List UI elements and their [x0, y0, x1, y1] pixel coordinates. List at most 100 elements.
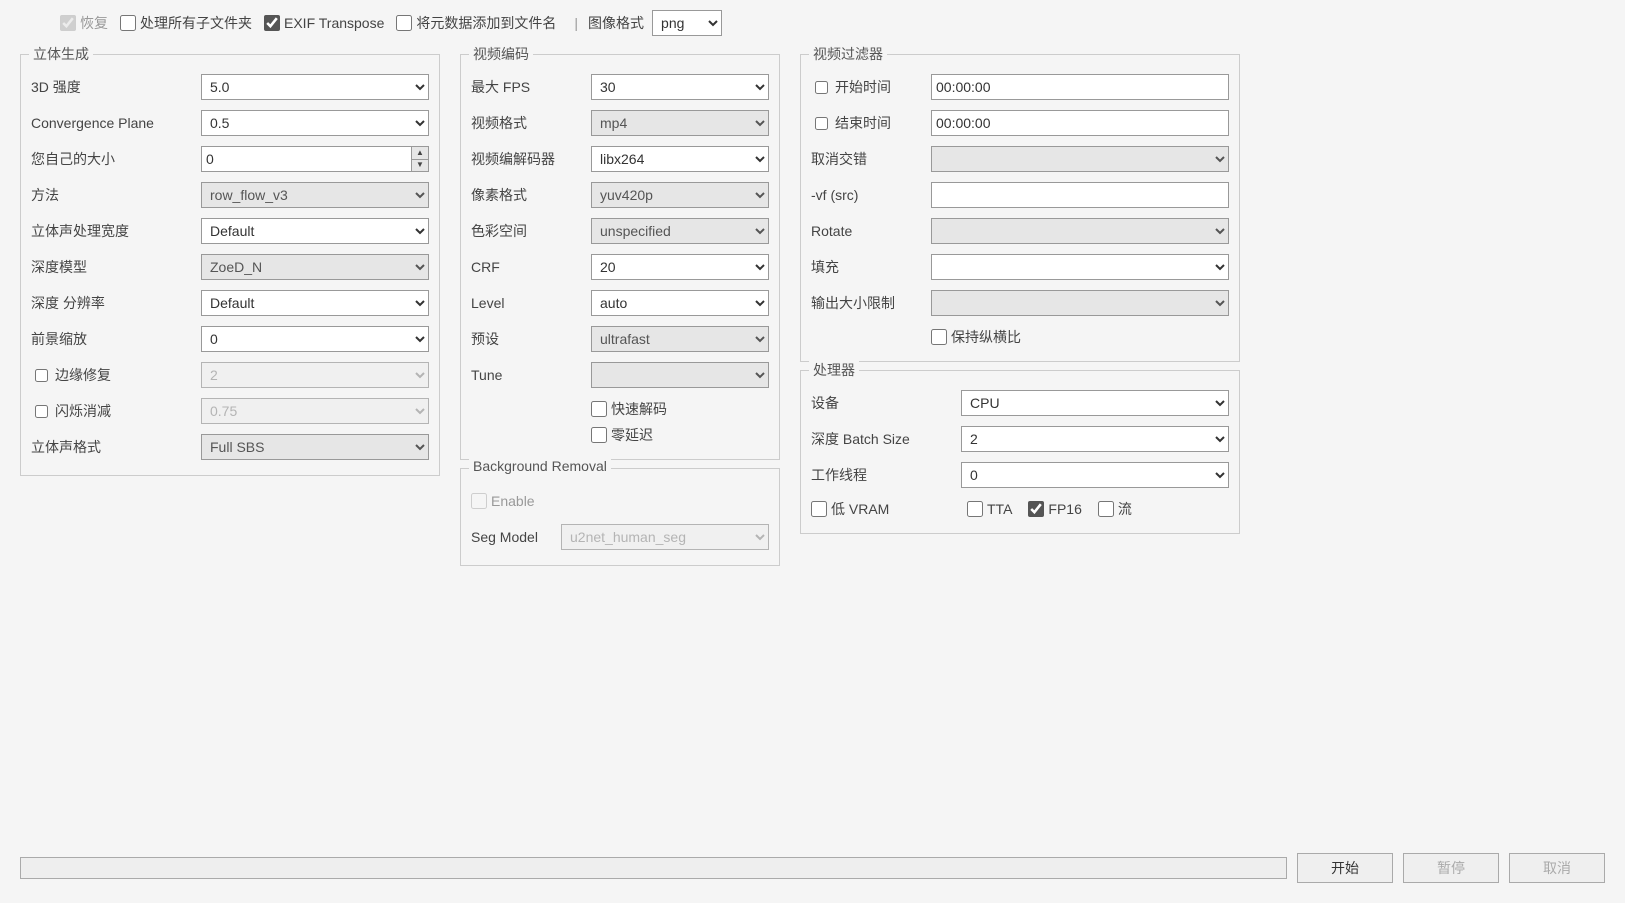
tta-checkbox[interactable]: TTA: [967, 501, 1012, 517]
level-select[interactable]: auto: [591, 290, 769, 316]
batch-label: 深度 Batch Size: [811, 429, 961, 449]
video-format-label: 视频格式: [471, 113, 591, 133]
append-metadata-checkbox[interactable]: 将元数据添加到文件名: [396, 13, 556, 33]
preset-select[interactable]: ultrafast: [591, 326, 769, 352]
start-button[interactable]: 开始: [1297, 853, 1393, 883]
process-subfolders-input[interactable]: [120, 15, 136, 31]
stream-checkbox[interactable]: 流: [1098, 499, 1132, 519]
stereo-format-label: 立体声格式: [31, 437, 201, 457]
flicker-label: 闪烁消减: [55, 401, 111, 421]
fp16-input[interactable]: [1028, 501, 1044, 517]
restore-checkbox: 恢复: [60, 13, 108, 33]
outsize-select[interactable]: [931, 290, 1229, 316]
bg-enable-checkbox: Enable: [471, 493, 535, 509]
crf-select[interactable]: 20: [591, 254, 769, 280]
fp16-checkbox[interactable]: FP16: [1028, 501, 1081, 517]
fg-scale-label: 前景缩放: [31, 329, 201, 349]
spinner-down-icon[interactable]: ▼: [412, 160, 428, 172]
low-vram-input[interactable]: [811, 501, 827, 517]
workers-select[interactable]: 0: [961, 462, 1229, 488]
vf-input[interactable]: [931, 182, 1229, 208]
deinterlace-select[interactable]: [931, 146, 1229, 172]
stereo-width-label: 立体声处理宽度: [31, 221, 201, 241]
end-time-checkbox[interactable]: [815, 117, 828, 130]
edge-fix-label: 边缘修复: [55, 365, 111, 385]
zero-latency-input[interactable]: [591, 427, 607, 443]
tune-label: Tune: [471, 367, 591, 383]
fast-decode-input[interactable]: [591, 401, 607, 417]
encoding-group: 视频编码 最大 FPS 30 视频格式 mp4 视频编解码器 libx264 像…: [460, 54, 780, 460]
stereo-group: 立体生成 3D 强度 5.0 Convergence Plane 0.5 您自己…: [20, 54, 440, 476]
outsize-label: 输出大小限制: [811, 293, 931, 313]
device-select[interactable]: CPU: [961, 390, 1229, 416]
seg-model-label: Seg Model: [471, 529, 561, 545]
start-time-label: 开始时间: [835, 77, 891, 97]
processor-title: 处理器: [809, 360, 859, 380]
stereo-format-select[interactable]: Full SBS: [201, 434, 429, 460]
batch-select[interactable]: 2: [961, 426, 1229, 452]
colorspace-select[interactable]: unspecified: [591, 218, 769, 244]
end-time-input[interactable]: [931, 110, 1229, 136]
tune-select[interactable]: [591, 362, 769, 388]
fp16-label: FP16: [1048, 501, 1081, 517]
keep-aspect-checkbox[interactable]: 保持纵横比: [931, 327, 1021, 347]
flicker-checkbox[interactable]: [35, 405, 48, 418]
convergence-label: Convergence Plane: [31, 115, 201, 131]
intensity-select[interactable]: 5.0: [201, 74, 429, 100]
preset-label: 预设: [471, 329, 591, 349]
depth-model-select[interactable]: ZoeD_N: [201, 254, 429, 280]
seg-model-select: u2net_human_seg: [561, 524, 769, 550]
colorspace-label: 色彩空间: [471, 221, 591, 241]
codec-select[interactable]: libx264: [591, 146, 769, 172]
restore-checkbox-input: [60, 15, 76, 31]
tta-input[interactable]: [967, 501, 983, 517]
top-options-bar: 恢复 处理所有子文件夹 EXIF Transpose 将元数据添加到文件名 | …: [0, 0, 1625, 46]
append-metadata-input[interactable]: [396, 15, 412, 31]
tta-label: TTA: [987, 501, 1012, 517]
image-format-select[interactable]: png: [652, 10, 722, 36]
video-format-select[interactable]: mp4: [591, 110, 769, 136]
bgremoval-title: Background Removal: [469, 458, 611, 474]
fast-decode-label: 快速解码: [611, 399, 667, 419]
flicker-select: 0.75: [201, 398, 429, 424]
zero-latency-checkbox[interactable]: 零延迟: [591, 425, 653, 445]
device-label: 设备: [811, 393, 961, 413]
depth-res-label: 深度 分辨率: [31, 293, 201, 313]
workers-label: 工作线程: [811, 465, 961, 485]
progress-bar: [20, 857, 1287, 879]
method-select[interactable]: row_flow_v3: [201, 182, 429, 208]
process-subfolders-checkbox[interactable]: 处理所有子文件夹: [120, 13, 252, 33]
own-size-input[interactable]: [201, 146, 411, 172]
stream-input[interactable]: [1098, 501, 1114, 517]
fg-scale-select[interactable]: 0: [201, 326, 429, 352]
vf-label: -vf (src): [811, 187, 931, 203]
max-fps-select[interactable]: 30: [591, 74, 769, 100]
spinner-up-icon[interactable]: ▲: [412, 147, 428, 160]
depth-res-select[interactable]: Default: [201, 290, 429, 316]
exif-transpose-checkbox[interactable]: EXIF Transpose: [264, 15, 384, 31]
stereo-width-select[interactable]: Default: [201, 218, 429, 244]
divider-icon: |: [574, 15, 578, 31]
append-metadata-label: 将元数据添加到文件名: [416, 13, 556, 33]
depth-model-label: 深度模型: [31, 257, 201, 277]
image-format-label: 图像格式: [588, 13, 644, 33]
low-vram-label: 低 VRAM: [831, 499, 889, 519]
pixfmt-select[interactable]: yuv420p: [591, 182, 769, 208]
deinterlace-label: 取消交错: [811, 149, 931, 169]
bg-enable-input: [471, 493, 487, 509]
start-time-input[interactable]: [931, 74, 1229, 100]
exif-transpose-input[interactable]: [264, 15, 280, 31]
pad-select[interactable]: [931, 254, 1229, 280]
start-time-checkbox[interactable]: [815, 81, 828, 94]
level-label: Level: [471, 295, 591, 311]
intensity-label: 3D 强度: [31, 77, 201, 97]
keep-aspect-input[interactable]: [931, 329, 947, 345]
low-vram-checkbox[interactable]: 低 VRAM: [811, 499, 951, 519]
fast-decode-checkbox[interactable]: 快速解码: [591, 399, 667, 419]
pause-button: 暂停: [1403, 853, 1499, 883]
rotate-select[interactable]: [931, 218, 1229, 244]
exif-transpose-label: EXIF Transpose: [284, 15, 384, 31]
edge-fix-checkbox[interactable]: [35, 369, 48, 382]
own-size-spinner[interactable]: ▲ ▼: [411, 146, 429, 172]
convergence-select[interactable]: 0.5: [201, 110, 429, 136]
